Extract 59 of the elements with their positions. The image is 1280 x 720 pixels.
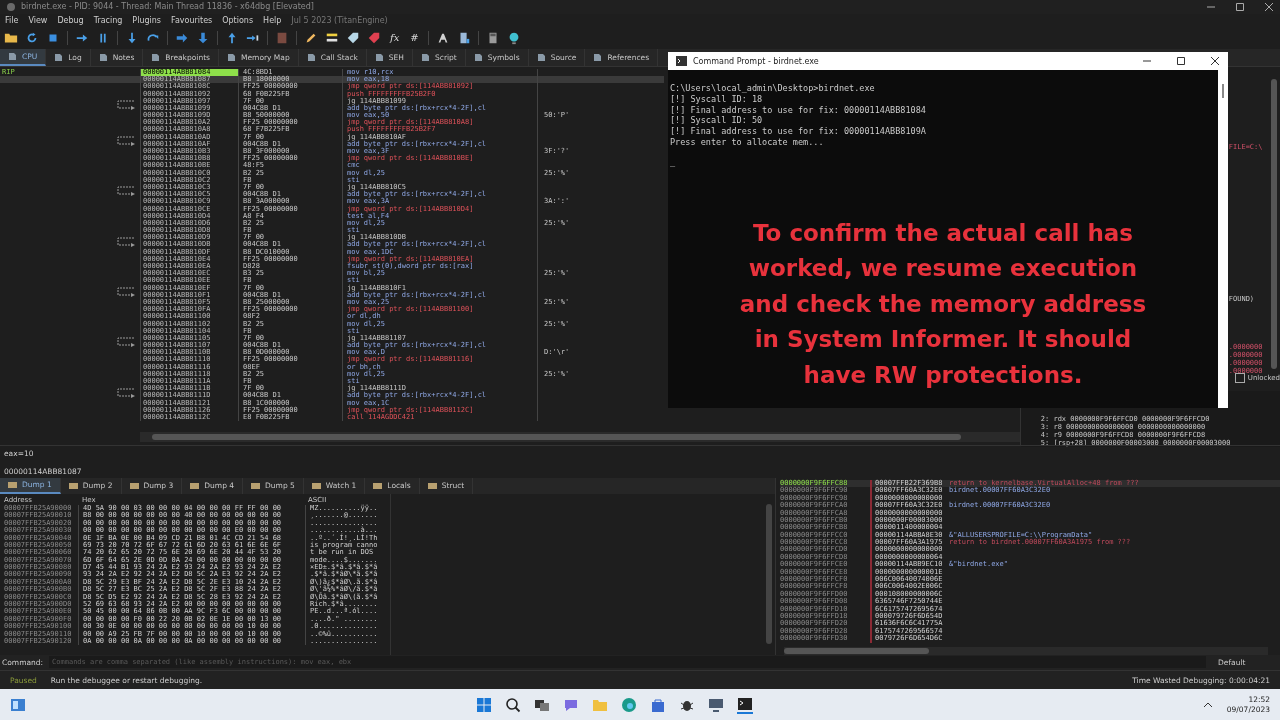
scrollbar[interactable] [766, 503, 772, 644]
chevron-up-icon[interactable] [1202, 700, 1213, 709]
maximize-icon[interactable] [1235, 1, 1245, 12]
close-icon[interactable] [1264, 1, 1274, 12]
scrollbar[interactable] [784, 646, 1268, 655]
jump-arrow [114, 286, 136, 298]
maximize-icon[interactable] [1176, 56, 1186, 66]
close-icon[interactable] [1210, 56, 1220, 66]
menu-item[interactable]: Plugins [132, 16, 161, 26]
search-icon[interactable] [504, 696, 521, 713]
page-icon [8, 52, 17, 62]
console-line: [!] Syscall ID: 50 [670, 115, 764, 127]
menu-item[interactable]: Options [222, 16, 254, 26]
jump-arrow [114, 337, 136, 349]
console-line: Press enter to allocate mem... [670, 137, 825, 148]
menu-item[interactable]: View [28, 16, 48, 26]
terminal-icon [676, 56, 687, 66]
toolbar-button[interactable]: fx [388, 31, 402, 46]
scrollbar[interactable] [1271, 78, 1277, 369]
console-line: [!] Syscall ID: 18 [670, 93, 764, 105]
terminal-icon[interactable] [736, 695, 753, 714]
toolbar-button[interactable]: # [408, 31, 421, 46]
menu-item[interactable]: Help [263, 16, 282, 26]
menu-item[interactable]: Debug [57, 16, 84, 26]
menu-item[interactable]: Tracing [93, 16, 123, 26]
browser-icon[interactable] [620, 696, 637, 713]
jump-arrow [114, 135, 136, 147]
page-icon [421, 53, 430, 63]
tag-icon[interactable] [346, 31, 360, 46]
window-title: birdnet.exe - PID: 9044 - Thread: Main Thread 11836 - x64dbg [Elevated] [21, 2, 314, 12]
jump-arrow [114, 387, 136, 399]
build-info: Jul 5 2023 (TitanEngine) [291, 16, 388, 26]
windows-icon[interactable] [475, 696, 492, 713]
window-title: Command Prompt - birdnet.exe [693, 56, 819, 66]
menu-item[interactable]: Favourites [171, 16, 213, 26]
page-icon [98, 53, 108, 63]
page-icon [151, 53, 161, 63]
menu-item[interactable]: File [5, 16, 19, 26]
console-line: C:\Users\local_admin\Desktop>birdnet.exe [670, 83, 876, 94]
jump-arrow [114, 236, 136, 248]
store-icon[interactable] [649, 696, 666, 713]
arrow-down-icon[interactable] [196, 31, 210, 46]
console-line: [!] Final address to use for fix: 00000114ABB81084 [670, 104, 927, 116]
scrollbar[interactable] [140, 431, 1020, 442]
text-cursor: _ [670, 157, 677, 166]
page-icon [54, 53, 64, 63]
page-icon [227, 53, 236, 63]
page-icon [593, 53, 603, 63]
widgets-icon[interactable] [10, 697, 26, 712]
page-icon [473, 53, 483, 63]
page-icon [306, 53, 316, 63]
page-icon [374, 53, 384, 63]
page-icon [536, 53, 546, 63]
scrollbar[interactable] [1222, 84, 1224, 98]
jump-arrow [114, 99, 136, 111]
computer-icon[interactable] [707, 696, 724, 713]
console-line: [!] Final address to use for fix: 00000114ABB8109A [670, 126, 927, 137]
caption-text: To confirm the actual call has worked, we resume execution and check the memory address in System Informer. It should have RW protections. [738, 218, 1148, 390]
jump-arrow [114, 186, 136, 198]
